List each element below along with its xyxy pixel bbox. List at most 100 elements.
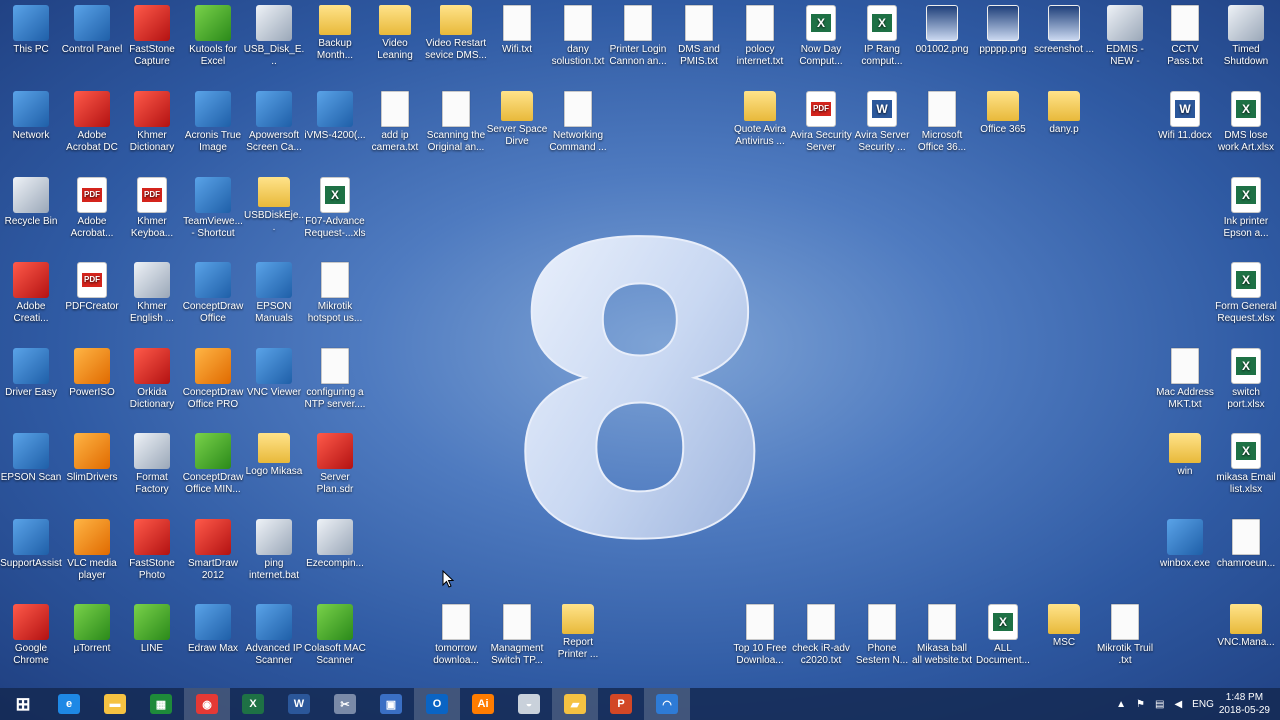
desktop-icon[interactable]: EPSON Manuals [243, 259, 305, 325]
desktop-icon[interactable]: VNC.Mana... [1215, 601, 1277, 649]
volume-icon[interactable]: ◀ [1174, 699, 1182, 710]
desktop-icon[interactable]: FastStone Capture [121, 2, 183, 68]
desktop-icon[interactable]: Top 10 Free Downloa... [729, 601, 791, 667]
desktop-icon[interactable]: This PC [0, 2, 62, 56]
flag-icon[interactable]: ⚑ [1136, 699, 1145, 710]
language-indicator[interactable]: ENG [1192, 699, 1214, 710]
desktop-icon[interactable]: Apowersoft Screen Ca... [243, 88, 305, 154]
outlook-button[interactable]: O [414, 688, 460, 720]
desktop-icon[interactable]: Format Factory [121, 430, 183, 496]
desktop-icon[interactable]: win [1154, 430, 1216, 478]
desktop-icon[interactable]: iVMS-4200(... [304, 88, 366, 142]
desktop-icon[interactable]: Adobe Creati... [0, 259, 62, 325]
desktop-icon[interactable]: Wifi.txt [486, 2, 548, 56]
desktop-icon[interactable]: X IP Rang comput... [851, 2, 913, 68]
desktop-icon[interactable]: Driver Easy [0, 345, 62, 399]
desktop-icon[interactable]: Backup Month... [304, 2, 366, 62]
internet-explorer-button[interactable]: e [46, 688, 92, 720]
desktop-icon[interactable]: Microsoft Office 36... [911, 88, 973, 154]
desktop-icon[interactable]: X Ink printer Epson a... [1215, 174, 1277, 240]
desktop-icon[interactable]: Kutools for Excel [182, 2, 244, 68]
desktop-icon[interactable]: X Form General Request.xlsx [1215, 259, 1277, 325]
desktop-icon[interactable]: SlimDrivers [61, 430, 123, 484]
desktop-icon[interactable]: Report Printer ... [547, 601, 609, 661]
desktop-icon[interactable]: Acronis True Image [182, 88, 244, 154]
desktop-icon[interactable]: ConceptDraw Office PRO [182, 345, 244, 411]
desktop-icon[interactable]: ConceptDraw Office PROJ... [182, 259, 244, 325]
desktop-icon[interactable]: Khmer Dictionary [121, 88, 183, 154]
store-button[interactable]: ▦ [138, 688, 184, 720]
desktop-icon[interactable]: add ip camera.txt [364, 88, 426, 154]
desktop-icon[interactable]: Timed Shutdown [1215, 2, 1277, 68]
desktop-icon[interactable]: SmartDraw 2012 [182, 516, 244, 582]
desktop-icon[interactable]: Orkida Dictionary [121, 345, 183, 411]
desktop-icon[interactable]: 001002.png [911, 2, 973, 56]
desktop-icon[interactable]: Edraw Max [182, 601, 244, 655]
desktop-icon[interactable]: Office 365 [972, 88, 1034, 136]
desktop-icon[interactable]: Mikrotik Truil .txt [1094, 601, 1156, 667]
illustrator-button[interactable]: Ai [460, 688, 506, 720]
desktop-icon[interactable]: X Now Day Comput... [790, 2, 852, 68]
desktop-icon[interactable]: MSC [1033, 601, 1095, 649]
powerpoint-button[interactable]: P [598, 688, 644, 720]
desktop-icon[interactable]: X DMS lose work Art.xlsx [1215, 88, 1277, 154]
desktop-icon[interactable]: Phone Sestem N... [851, 601, 913, 667]
desktop-icon[interactable]: ConceptDraw Office MIN... [182, 430, 244, 496]
desktop-icon[interactable]: SupportAssist [0, 516, 62, 570]
desktop-icon[interactable]: chamroeun... [1215, 516, 1277, 570]
desktop-icon[interactable]: Google Chrome [0, 601, 62, 667]
desktop-icon[interactable]: Mikasa ball all website.txt [911, 601, 973, 667]
desktop-icon[interactable]: Video Leaning Other Skill [364, 2, 426, 62]
desktop-icon[interactable]: check iR-adv c2020.txt [790, 601, 852, 667]
desktop-icon[interactable]: VLC media player [61, 516, 123, 582]
desktop-icon[interactable]: Server Space Dirve [486, 88, 548, 148]
desktop-icon[interactable]: Advanced IP Scanner [243, 601, 305, 667]
desktop-icon[interactable]: Mac Address MKT.txt [1154, 345, 1216, 411]
desktop-icon[interactable]: ppppp.png [972, 2, 1034, 56]
desktop-icon[interactable]: VNC Viewer [243, 345, 305, 399]
desktop-icon[interactable]: TeamViewe... - Shortcut [182, 174, 244, 240]
desktop-icon[interactable]: dany.p [1033, 88, 1095, 136]
desktop-icon[interactable]: X F07-Advance Request-...xlsx [304, 174, 366, 240]
desktop-icon[interactable]: Control Panel [61, 2, 123, 56]
desktop-icon[interactable]: ping internet.bat [243, 516, 305, 582]
desktop-icon[interactable]: Networking Command ... [547, 88, 609, 154]
desktop-icon[interactable]: Adobe Acrobat DC [61, 88, 123, 154]
snipping-tool-button[interactable]: ✂ [322, 688, 368, 720]
desktop-icon[interactable]: Khmer English ... [121, 259, 183, 325]
desktop-icon[interactable]: W Avira Server Security ... [851, 88, 913, 154]
desktop-icon[interactable]: PDF Adobe Acrobat... [61, 174, 123, 240]
desktop-icon[interactable]: CCTV Pass.txt [1154, 2, 1216, 68]
desktop-icon[interactable]: X ALL Document... [972, 601, 1034, 667]
desktop-icon[interactable]: Xmikasa Email list.xlsx [1215, 430, 1277, 496]
desktop-icon[interactable]: EDMIS - NEW - PATH.acc... [1094, 2, 1156, 68]
desktop-icon[interactable]: USBDiskEje... [243, 174, 305, 234]
desktop-icon[interactable]: Quote Avira Antivirus ... [729, 88, 791, 148]
excel-button[interactable]: X [230, 688, 276, 720]
desktop-icon[interactable]: Network [0, 88, 62, 142]
desktop-icon[interactable]: polocy internet.txt [729, 2, 791, 68]
folder-button[interactable]: ▰ [552, 688, 598, 720]
desktop-icon[interactable]: EPSON Scan [0, 430, 62, 484]
desktop-icon[interactable]: DMS and PMIS.txt [668, 2, 730, 68]
desktop-icon[interactable]: Recycle Bin [0, 174, 62, 228]
desktop-icon[interactable]: FastStone Photo Resizer [121, 516, 183, 582]
chrome-button[interactable]: ◉ [184, 688, 230, 720]
desktop-icon[interactable]: PDF Khmer Keyboa... [121, 174, 183, 240]
desktop-icon[interactable]: winbox.exe [1154, 516, 1216, 570]
desktop-icon[interactable]: Video Restart sevice DMS... [425, 2, 487, 62]
winbox-button[interactable]: ◠ [644, 688, 690, 720]
desktop-icon[interactable]: Ezecompin... [304, 516, 366, 570]
desktop-icon[interactable]: PDF Avira Security Server 3user... [790, 88, 852, 154]
desktop-icon[interactable]: Colasoft MAC Scanner [304, 601, 366, 667]
word-button[interactable]: W [276, 688, 322, 720]
desktop-icon[interactable]: PDF PDFCreator [61, 259, 123, 313]
show-hidden-icons-icon[interactable]: ▲ [1116, 699, 1126, 710]
desktop-icon[interactable]: Scanning the Original an... [425, 88, 487, 154]
desktop-icon[interactable]: dany solustion.txt [547, 2, 609, 68]
desktop-icon[interactable]: screenshot ... [1033, 2, 1095, 56]
desktop-icon[interactable]: configuring a NTP server.... [304, 345, 366, 411]
desktop-icon[interactable]: USB_Disk_E... [243, 2, 305, 68]
file-explorer-button[interactable]: ▬ [92, 688, 138, 720]
desktop-icon[interactable]: tomorrow downloa... [425, 601, 487, 667]
